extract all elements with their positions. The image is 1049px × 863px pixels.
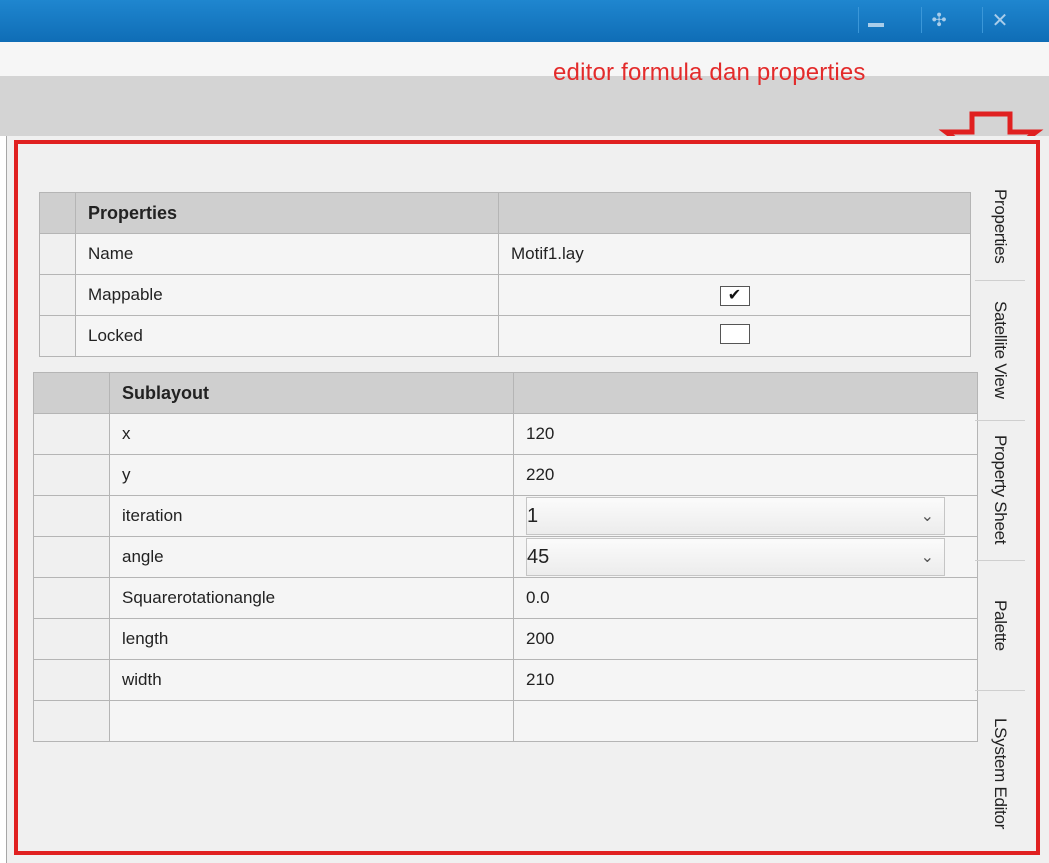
tab-label: Property Sheet	[991, 435, 1010, 545]
property-label: Squarerotationangle	[109, 577, 514, 619]
table-row[interactable]: length 200	[33, 618, 978, 660]
chevron-down-icon: ⌄	[920, 549, 934, 566]
tab-label: Satellite View	[991, 301, 1010, 399]
angle-selected-value: 45	[527, 545, 550, 568]
table-row[interactable]: Mappable ✔	[39, 274, 971, 316]
tab-palette[interactable]: Palette	[975, 560, 1025, 691]
property-label: angle	[109, 536, 514, 578]
toolbar-strip	[0, 42, 1049, 77]
locked-checkbox[interactable]	[719, 323, 750, 344]
table-row[interactable]: iteration 1 ⌄	[33, 495, 978, 537]
table-row-empty[interactable]	[33, 700, 978, 742]
property-label: Name	[75, 233, 499, 275]
close-button[interactable]: ✕	[982, 7, 1017, 33]
table-row[interactable]: angle 45 ⌄	[33, 536, 978, 578]
tab-satellite-view[interactable]: Satellite View	[975, 280, 1025, 421]
angle-dropdown[interactable]: 45 ⌄	[526, 538, 945, 576]
table-row[interactable]: Name Motif1.lay	[39, 233, 971, 275]
maximize-icon: ✣	[931, 9, 947, 30]
squarerotationangle-value-field[interactable]: 0.0	[513, 577, 978, 619]
tab-label: LSystem Editor	[991, 718, 1010, 830]
header-strip	[0, 76, 1049, 136]
iteration-dropdown[interactable]: 1 ⌄	[526, 497, 945, 535]
tab-label: Properties	[991, 188, 1010, 264]
mappable-checkbox[interactable]: ✔	[719, 285, 750, 306]
sublayout-header: Sublayout	[109, 372, 514, 414]
tab-property-sheet[interactable]: Property Sheet	[975, 420, 1025, 561]
table-row[interactable]: width 210	[33, 659, 978, 701]
annotation-label: editor formula dan properties	[553, 59, 866, 86]
tab-properties[interactable]: Properties	[975, 172, 1025, 281]
property-label: y	[109, 454, 514, 496]
minimize-icon	[868, 23, 884, 27]
width-value-field[interactable]: 210	[513, 659, 978, 701]
sublayout-table: Sublayout x 120 y 220 iteration 1 ⌄ angl…	[33, 372, 978, 742]
window-titlebar: ✣ ✕	[0, 0, 1049, 42]
property-label: width	[109, 659, 514, 701]
property-label: Locked	[75, 315, 499, 357]
tab-lsystem-editor[interactable]: LSystem Editor	[975, 690, 1025, 858]
x-value-field[interactable]: 120	[513, 413, 978, 455]
properties-table: Properties Name Motif1.lay Mappable ✔ Lo…	[39, 192, 971, 357]
properties-header-row: Properties	[39, 192, 971, 234]
tab-label: Palette	[991, 599, 1010, 651]
length-value-field[interactable]: 200	[513, 618, 978, 660]
close-icon: ✕	[991, 9, 1009, 32]
property-label: iteration	[109, 495, 514, 537]
chevron-down-icon: ⌄	[920, 508, 934, 525]
property-label: length	[109, 618, 514, 660]
table-row[interactable]: Locked	[39, 315, 971, 357]
table-row[interactable]: x 120	[33, 413, 978, 455]
maximize-button[interactable]: ✣	[921, 7, 956, 33]
iteration-selected-value: 1	[527, 504, 539, 527]
table-row[interactable]: y 220	[33, 454, 978, 496]
sublayout-header-row: Sublayout	[33, 372, 978, 414]
property-label: Mappable	[75, 274, 499, 316]
minimize-button[interactable]	[858, 7, 893, 33]
y-value-field[interactable]: 220	[513, 454, 978, 496]
table-row[interactable]: Squarerotationangle 0.0	[33, 577, 978, 619]
name-value-field[interactable]: Motif1.lay	[498, 233, 971, 275]
property-label: x	[109, 413, 514, 455]
properties-header: Properties	[75, 192, 499, 234]
